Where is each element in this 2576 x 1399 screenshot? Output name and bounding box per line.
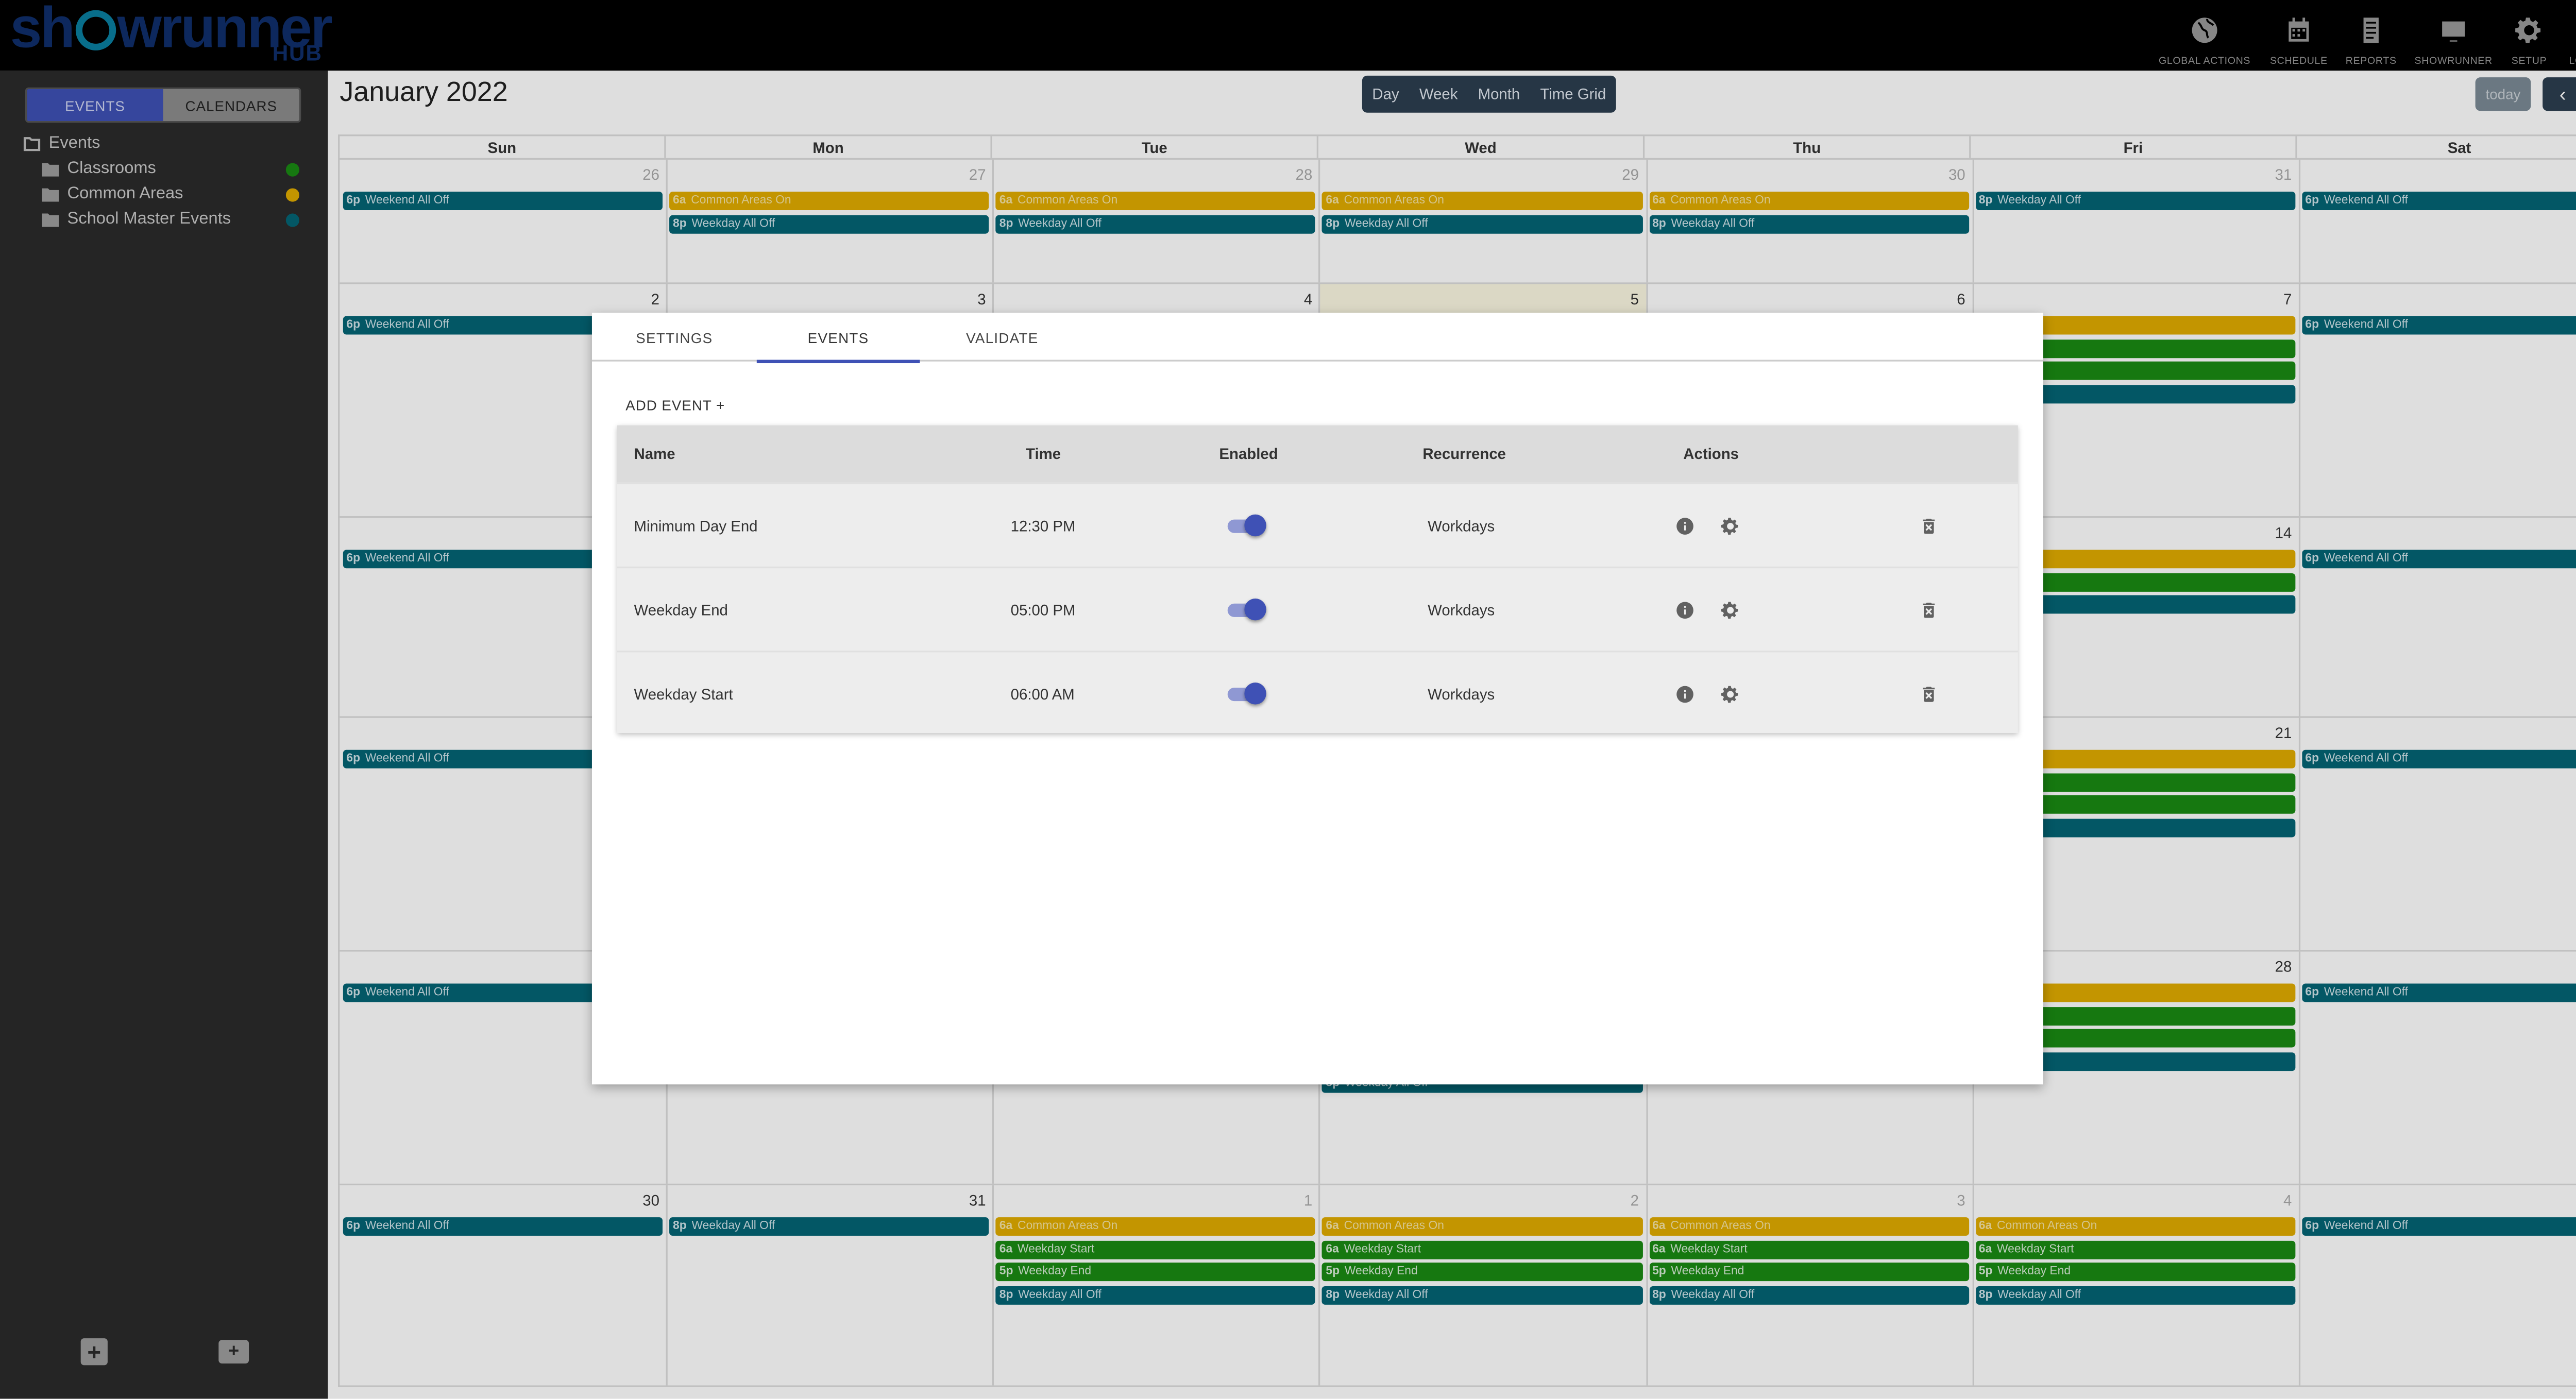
app-root: sh wrunner HUB GLOBAL ACTIONS SCHEDULE REPO… bbox=[0, 0, 2576, 1399]
tab-events[interactable]: EVENTS bbox=[756, 313, 920, 364]
toggle-knob bbox=[1244, 598, 1266, 621]
cell-name: Weekday Start bbox=[634, 685, 733, 702]
table-row: Weekday End 05:00 PM Workdays bbox=[617, 566, 2018, 651]
delete-icon[interactable] bbox=[1919, 684, 1939, 704]
delete-icon[interactable] bbox=[1919, 516, 1939, 536]
cell-name: Minimum Day End bbox=[634, 517, 758, 534]
cell-time: 06:00 AM bbox=[1010, 685, 1075, 702]
cell-recurrence: Workdays bbox=[1428, 601, 1495, 618]
delete-icon[interactable] bbox=[1919, 600, 1939, 620]
info-icon[interactable] bbox=[1675, 600, 1695, 620]
calendar-edit-modal: SETTINGS EVENTS VALIDATE ADD EVENT + Name … bbox=[591, 313, 2043, 1085]
cell-time: 12:30 PM bbox=[1010, 517, 1076, 534]
cell-recurrence: Workdays bbox=[1428, 685, 1495, 702]
tab-settings[interactable]: SETTINGS bbox=[592, 313, 757, 362]
table-row: Weekday Start 06:00 AM Workdays bbox=[617, 651, 2018, 735]
table-header: Name Time Enabled Recurrence Actions bbox=[617, 425, 2018, 483]
info-icon[interactable] bbox=[1675, 516, 1695, 536]
tab-validate[interactable]: VALIDATE bbox=[920, 313, 1084, 362]
cell-time: 05:00 PM bbox=[1010, 601, 1076, 618]
table-row: Minimum Day End 12:30 PM Workdays bbox=[617, 482, 2018, 567]
gear-icon[interactable] bbox=[1720, 516, 1740, 536]
enabled-toggle[interactable] bbox=[1227, 598, 1268, 622]
info-icon[interactable] bbox=[1675, 684, 1695, 704]
col-actions-header: Actions bbox=[1683, 445, 1739, 463]
toggle-knob bbox=[1244, 514, 1266, 537]
toggle-knob bbox=[1244, 683, 1266, 705]
col-enabled-header: Enabled bbox=[1219, 445, 1278, 463]
cell-recurrence: Workdays bbox=[1428, 517, 1495, 534]
events-table: Name Time Enabled Recurrence Actions Min… bbox=[617, 425, 2018, 733]
col-time-header: Time bbox=[1026, 445, 1061, 463]
col-name-header: Name bbox=[634, 445, 675, 463]
cell-name: Weekday End bbox=[634, 601, 728, 618]
enabled-toggle[interactable] bbox=[1227, 514, 1268, 538]
gear-icon[interactable] bbox=[1720, 684, 1740, 704]
add-event-button[interactable]: ADD EVENT + bbox=[625, 397, 725, 414]
modal-tabs: SETTINGS EVENTS VALIDATE bbox=[591, 313, 2043, 364]
gear-icon[interactable] bbox=[1720, 600, 1740, 620]
enabled-toggle[interactable] bbox=[1227, 683, 1268, 706]
col-recurrence-header: Recurrence bbox=[1422, 445, 1506, 463]
